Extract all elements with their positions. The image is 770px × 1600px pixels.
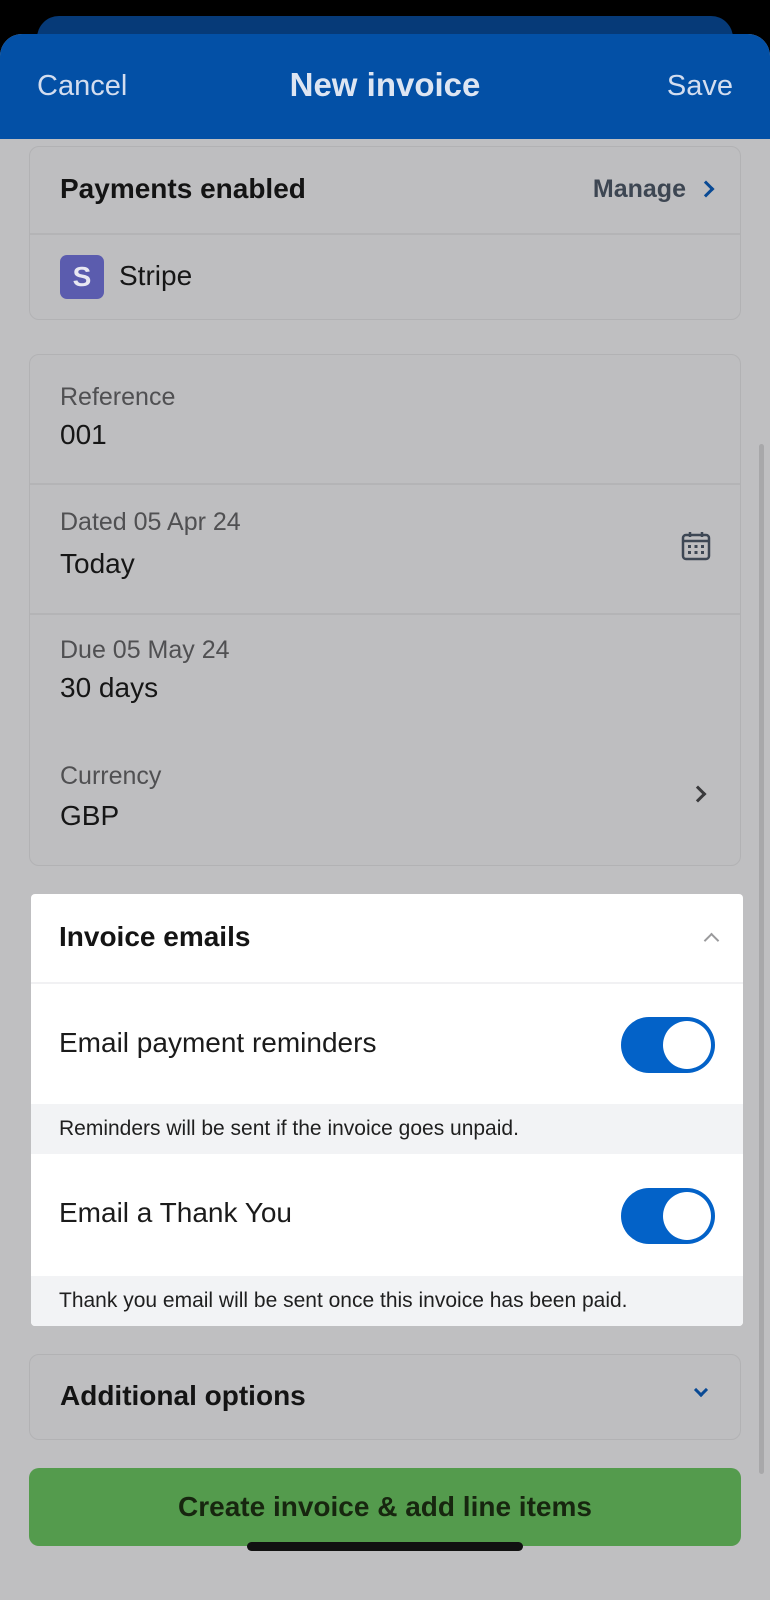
email-thank-you-label: Email a Thank You <box>59 1197 292 1228</box>
email-thank-you-toggle[interactable] <box>621 1188 715 1244</box>
email-reminders-toggle[interactable] <box>621 1017 715 1073</box>
reference-label: Reference <box>60 383 176 411</box>
reference-row[interactable]: Reference 001 <box>30 355 740 483</box>
dated-row[interactable]: Dated 05 Apr 24 Today <box>30 484 740 612</box>
page-title: New invoice <box>289 66 481 103</box>
chevron-right-icon <box>689 785 707 803</box>
toggle-knob <box>663 1192 711 1240</box>
additional-options-card[interactable]: Additional options <box>29 1354 741 1440</box>
payment-provider-name: Stripe <box>119 260 193 291</box>
payments-title: Payments enabled <box>60 173 306 204</box>
currency-label: Currency <box>60 762 162 790</box>
home-indicator <box>247 1542 523 1551</box>
payments-card: Payments enabled Manage S Stripe <box>29 146 741 320</box>
dated-label: Dated 05 Apr 24 <box>60 508 241 536</box>
new-invoice-sheet: Cancel New invoice Save Payments enabled… <box>0 34 770 1600</box>
chevron-up-icon <box>703 932 720 949</box>
manage-payments-link[interactable]: Manage <box>558 173 718 207</box>
email-thank-you-row: Email a Thank You <box>31 1154 743 1276</box>
scrollbar[interactable] <box>759 444 764 1474</box>
toggle-knob <box>663 1021 711 1069</box>
stripe-logo-icon: S <box>60 255 104 299</box>
due-label: Due 05 May 24 <box>60 636 230 664</box>
divider <box>30 233 740 235</box>
currency-row[interactable]: Currency GBP <box>30 740 740 865</box>
invoice-emails-card: Invoice emails Email payment reminders R… <box>31 894 743 1326</box>
thank-you-helper-text: Thank you email will be sent once this i… <box>31 1276 743 1326</box>
chevron-right-icon <box>697 180 715 198</box>
calendar-icon[interactable] <box>680 530 712 562</box>
chevron-down-icon <box>693 1382 709 1398</box>
email-reminders-label: Email payment reminders <box>59 1027 377 1058</box>
manage-label: Manage <box>592 175 686 203</box>
currency-value: GBP <box>60 800 120 831</box>
invoice-details-card: Reference 001 Dated 05 Apr 24 Today Due <box>29 354 741 866</box>
invoice-emails-title: Invoice emails <box>59 921 251 952</box>
due-value: 30 days <box>60 672 159 703</box>
invoice-emails-header[interactable]: Invoice emails <box>31 894 743 982</box>
email-reminders-row: Email payment reminders <box>31 983 743 1104</box>
save-button[interactable]: Save <box>667 70 733 103</box>
additional-options-title: Additional options <box>60 1380 306 1411</box>
reference-value: 001 <box>60 419 107 450</box>
reminders-helper-text: Reminders will be sent if the invoice go… <box>31 1104 743 1154</box>
create-invoice-button[interactable]: Create invoice & add line items <box>29 1468 741 1546</box>
due-row[interactable]: Due 05 May 24 30 days <box>30 614 740 740</box>
dated-value: Today <box>60 548 135 579</box>
navigation-bar: Cancel New invoice Save <box>0 34 770 139</box>
